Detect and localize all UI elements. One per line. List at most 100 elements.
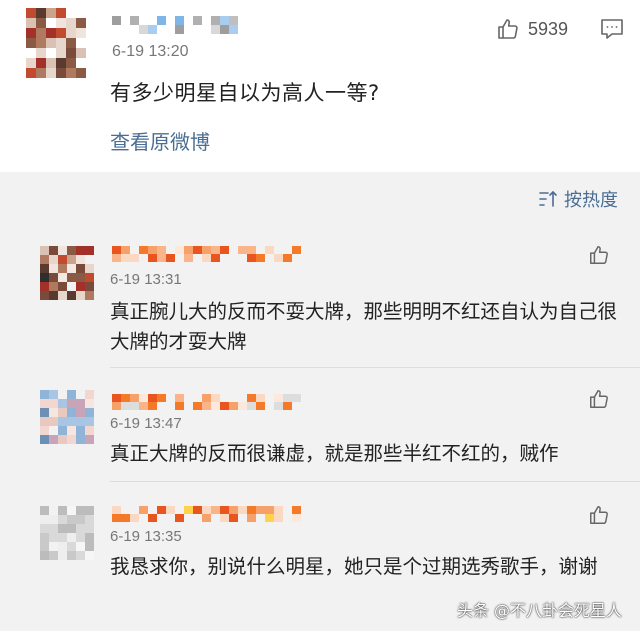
- mosaic-cell: [46, 18, 56, 28]
- mosaic-cell: [193, 506, 202, 514]
- view-original-link[interactable]: 查看原微博: [110, 126, 210, 155]
- mosaic-cell: [66, 28, 76, 38]
- mosaic-cell: [148, 394, 157, 402]
- commenter-name-mosaic[interactable]: [112, 506, 301, 522]
- sort-label: 按热度: [564, 190, 618, 211]
- mosaic-cell: [229, 514, 238, 522]
- mosaic-cell: [85, 435, 94, 444]
- mosaic-cell: [76, 8, 86, 18]
- post-author-name-mosaic[interactable]: [112, 16, 238, 34]
- mosaic-cell: [292, 402, 301, 410]
- commenter-avatar[interactable]: [40, 506, 94, 560]
- comment-button[interactable]: [600, 18, 624, 44]
- mosaic-cell: [220, 394, 229, 402]
- post-text: 有多少明星自以为高人一等?: [110, 81, 380, 105]
- mosaic-cell: [66, 8, 76, 18]
- comment-like-button[interactable]: [588, 504, 610, 530]
- mosaic-cell: [67, 273, 76, 282]
- mosaic-cell: [58, 551, 67, 560]
- mosaic-cell: [76, 246, 85, 255]
- mosaic-cell: [220, 246, 229, 254]
- mosaic-cell: [67, 435, 76, 444]
- mosaic-cell: [166, 394, 175, 402]
- commenter-avatar[interactable]: [40, 246, 94, 300]
- mosaic-cell: [58, 291, 67, 300]
- mosaic-cell: [40, 282, 49, 291]
- mosaic-cell: [76, 408, 85, 417]
- mosaic-cell: [40, 255, 49, 264]
- mosaic-cell: [58, 506, 67, 515]
- mosaic-cell: [67, 515, 76, 524]
- mosaic-cell: [139, 25, 148, 34]
- mosaic-cell: [76, 551, 85, 560]
- mosaic-cell: [40, 390, 49, 399]
- mosaic-cell: [49, 246, 58, 255]
- mosaic-cell: [40, 506, 49, 515]
- mosaic-cell: [67, 542, 76, 551]
- comment-text: 真正腕儿大的反而不耍大牌，那些明明不红还自认为自己很大牌的才耍大牌: [110, 300, 618, 353]
- mosaic-cell: [58, 542, 67, 551]
- mosaic-cell: [238, 394, 247, 402]
- post-like-button[interactable]: 5939: [496, 17, 568, 41]
- mosaic-cell: [148, 506, 157, 514]
- mosaic-cell: [112, 506, 121, 514]
- mosaic-cell: [130, 506, 139, 514]
- mosaic-cell: [67, 551, 76, 560]
- mosaic-cell: [139, 506, 148, 514]
- mosaic-cell: [247, 402, 256, 410]
- mosaic-cell: [112, 254, 121, 262]
- mosaic-cell: [256, 246, 265, 254]
- mosaic-cell: [130, 254, 139, 262]
- mosaic-cell: [58, 533, 67, 542]
- mosaic-cell: [76, 399, 85, 408]
- mosaic-cell: [46, 28, 56, 38]
- mosaic-cell: [130, 25, 139, 34]
- mosaic-cell: [112, 394, 121, 402]
- mosaic-cell: [175, 246, 184, 254]
- mosaic-cell: [76, 417, 85, 426]
- mosaic-cell: [220, 514, 229, 522]
- mosaic-cell: [157, 394, 166, 402]
- mosaic-cell: [49, 255, 58, 264]
- mosaic-cell: [58, 273, 67, 282]
- comment-text: 我恳求你，别说什么明星，她只是个过期选秀歌手，谢谢: [110, 555, 598, 578]
- mosaic-cell: [58, 435, 67, 444]
- mosaic-cell: [76, 291, 85, 300]
- mosaic-cell: [139, 402, 148, 410]
- mosaic-cell: [184, 394, 193, 402]
- mosaic-cell: [76, 255, 85, 264]
- commenter-avatar[interactable]: [40, 390, 94, 444]
- mosaic-cell: [67, 533, 76, 542]
- mosaic-cell: [202, 402, 211, 410]
- mosaic-cell: [85, 264, 94, 273]
- mosaic-cell: [139, 394, 148, 402]
- mosaic-cell: [184, 25, 193, 34]
- mosaic-cell: [157, 254, 166, 262]
- mosaic-cell: [175, 25, 184, 34]
- mosaic-cell: [67, 255, 76, 264]
- mosaic-cell: [130, 402, 139, 410]
- mosaic-cell: [49, 533, 58, 542]
- mosaic-cell: [112, 246, 121, 254]
- mosaic-cell: [46, 68, 56, 78]
- mosaic-cell: [49, 542, 58, 551]
- mosaic-cell: [40, 399, 49, 408]
- mosaic-cell: [211, 506, 220, 514]
- mosaic-cell: [247, 514, 256, 522]
- comment-like-button[interactable]: [588, 244, 610, 270]
- mosaic-cell: [139, 246, 148, 254]
- mosaic-cell: [56, 38, 66, 48]
- sort-by-hot-button[interactable]: 按热度: [538, 186, 618, 212]
- comment-like-button[interactable]: [588, 388, 610, 414]
- mosaic-cell: [121, 16, 130, 25]
- post-author-avatar[interactable]: [26, 8, 86, 78]
- mosaic-cell: [76, 542, 85, 551]
- commenter-name-mosaic[interactable]: [112, 394, 301, 410]
- commenter-name-mosaic[interactable]: [112, 246, 301, 262]
- mosaic-cell: [184, 246, 193, 254]
- mosaic-cell: [56, 48, 66, 58]
- mosaic-cell: [76, 506, 85, 515]
- mosaic-cell: [121, 246, 130, 254]
- mosaic-cell: [238, 514, 247, 522]
- mosaic-cell: [274, 514, 283, 522]
